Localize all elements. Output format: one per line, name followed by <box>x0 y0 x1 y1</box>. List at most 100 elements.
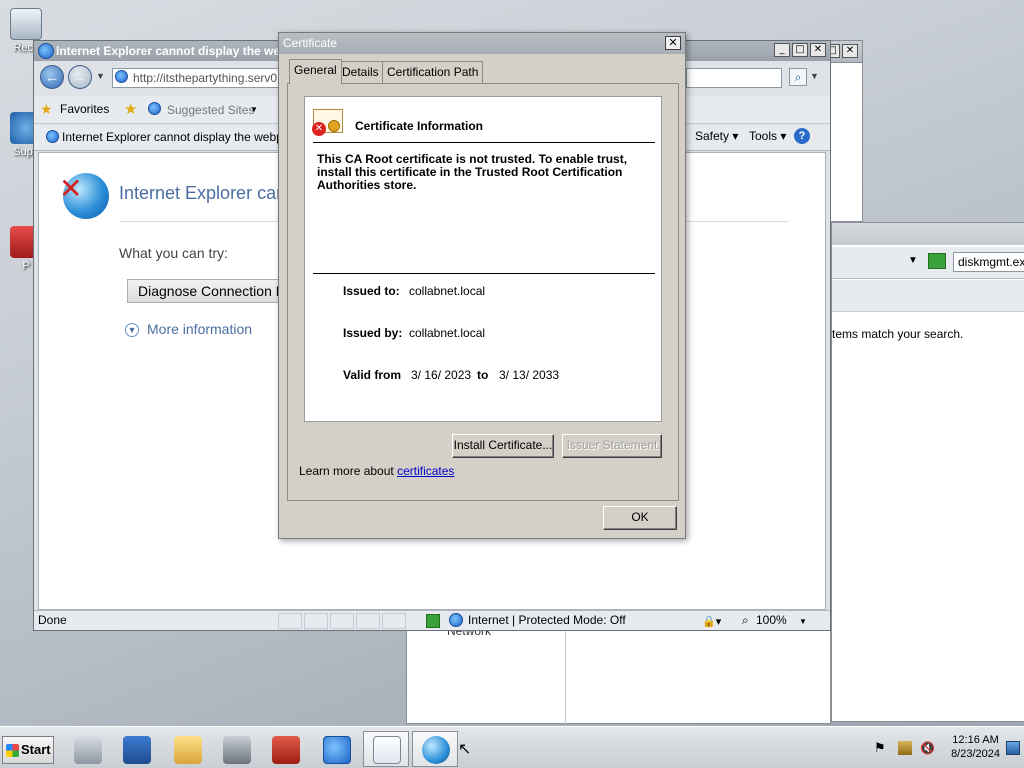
taskbar-ie[interactable] <box>313 731 359 767</box>
desktop-icon-label: P <box>22 260 30 272</box>
taskbar-app[interactable] <box>412 731 458 767</box>
suggested-sites-button[interactable]: Suggested Sites <box>167 103 254 117</box>
forward-button[interactable]: → <box>68 65 92 89</box>
warning-icon: ✕ <box>312 122 326 136</box>
tab-general[interactable]: General <box>289 59 342 84</box>
add-favorites-icon[interactable]: ★ <box>124 100 137 118</box>
lower-window[interactable]: Network <box>406 624 831 724</box>
taskbar-powershell[interactable] <box>113 731 159 767</box>
taskbar-toolbox[interactable] <box>262 731 308 767</box>
search-results-text: tems match your search. <box>832 327 964 341</box>
taskbar-document[interactable] <box>363 731 409 767</box>
status-segment <box>356 613 380 629</box>
start-label: Start <box>21 742 51 757</box>
close-icon[interactable]: ✕ <box>842 44 858 58</box>
address-bar[interactable]: http://itsthepartything.serv0 <box>112 68 280 88</box>
ie-logo-icon <box>38 43 54 59</box>
valid-to-label: to <box>477 368 489 382</box>
zoom-icon: ⌕ <box>742 613 749 627</box>
divider <box>313 142 655 143</box>
issued-to-label: Issued to: <box>343 284 400 298</box>
issuer-statement-button: Issuer Statement <box>562 434 662 458</box>
protected-mode-icon <box>426 614 440 628</box>
address-text: http://itsthepartything.serv0 <box>133 71 278 85</box>
ok-button[interactable]: OK <box>603 506 677 530</box>
certificate-title: Certificate <box>283 36 338 50</box>
divider <box>313 273 655 274</box>
certificate-info-box: ✕ Certificate Information This CA Root c… <box>304 96 662 422</box>
folder-icon <box>174 736 202 764</box>
taskbar-server-manager[interactable] <box>64 731 110 767</box>
status-segment <box>278 613 302 629</box>
expand-chevron-icon: ▼ <box>125 323 139 338</box>
status-bar: Done Internet | Protected Mode: Off 🔒▾ ⌕… <box>34 610 830 630</box>
issued-by-label: Issued by: <box>343 326 403 340</box>
chevron-down-icon[interactable]: ▼ <box>810 71 819 81</box>
tab-details[interactable]: Details <box>337 61 384 83</box>
clock-time: 12:16 AM <box>952 734 999 746</box>
tools-menu[interactable]: Tools ▾ <box>749 129 786 143</box>
safety-menu[interactable]: Safety ▾ <box>695 129 738 143</box>
explorer-command-bar <box>832 280 1024 312</box>
favorites-button[interactable]: Favorites <box>60 102 109 116</box>
search-input[interactable]: diskmgmt.exe <box>953 252 1024 272</box>
tools-label: Tools <box>749 129 778 143</box>
chevron-down-icon[interactable]: ▼ <box>250 105 258 114</box>
status-text: Done <box>38 613 67 627</box>
help-icon[interactable]: ? <box>794 128 810 144</box>
close-icon[interactable]: ✕ <box>810 43 826 57</box>
action-center-flag-icon[interactable]: ⚑ <box>874 741 888 755</box>
more-information-link[interactable]: ▼ More information <box>125 321 253 338</box>
certificate-general-panel: ✕ Certificate Information This CA Root c… <box>287 83 679 501</box>
chevron-down-icon[interactable]: ▼ <box>908 255 918 266</box>
safety-label: Safety <box>695 129 730 143</box>
explorer-window[interactable]: ▼ diskmgmt.exe tems match your search. <box>831 222 1024 722</box>
show-desktop-icon[interactable] <box>1006 741 1020 755</box>
issued-by-value: collabnet.local <box>409 326 486 340</box>
valid-from-value: 3/ 16/ 2023 <box>411 368 472 382</box>
learn-more-text: Learn more about certificates <box>299 464 454 478</box>
install-certificate-button[interactable]: Install Certificate... <box>452 434 554 458</box>
tab-current[interactable]: Internet Explorer cannot display the web… <box>62 130 296 144</box>
maximize-icon[interactable]: □ <box>792 43 808 57</box>
certificate-title-bar[interactable]: Certificate <box>279 33 685 54</box>
explorer-toolbar <box>832 223 1024 245</box>
zone-text: Internet | Protected Mode: Off <box>468 613 626 627</box>
status-segment <box>382 613 406 629</box>
suggested-sites-icon <box>148 102 161 115</box>
certificates-link[interactable]: certificates <box>397 464 454 478</box>
valid-from-label: Valid from <box>343 368 402 382</box>
learn-more-prefix: Learn more about <box>299 464 394 478</box>
search-icon[interactable]: ⌕ <box>789 68 807 86</box>
volume-muted-icon[interactable]: 🔇 <box>920 741 935 755</box>
powershell-icon <box>123 736 151 764</box>
go-icon[interactable] <box>928 253 946 269</box>
search-box[interactable] <box>686 68 782 88</box>
taskbar-tools[interactable] <box>213 731 259 767</box>
minimize-icon[interactable]: _ <box>774 43 790 57</box>
network-tray-icon[interactable] <box>898 741 912 755</box>
diagnose-connection-button[interactable]: Diagnose Connection Pr <box>127 279 287 303</box>
status-segment <box>304 613 328 629</box>
chevron-down-icon[interactable]: ▼ <box>799 612 807 631</box>
certificate-icon: ✕ <box>312 109 343 136</box>
status-segment <box>330 613 354 629</box>
server-manager-icon <box>74 736 102 764</box>
windows-logo-icon <box>6 744 19 757</box>
certificate-dialog[interactable]: Certificate ✕ General Details Certificat… <box>278 32 686 539</box>
clock-date: 8/23/2024 <box>951 748 1000 760</box>
security-icon[interactable]: 🔒▾ <box>702 613 721 632</box>
start-button[interactable]: Start <box>2 736 54 764</box>
back-button[interactable]: ← <box>40 65 64 89</box>
tab-certification-path[interactable]: Certification Path <box>382 61 484 83</box>
close-icon[interactable]: ✕ <box>665 36 681 50</box>
system-clock[interactable]: 12:16 AM 8/23/2024 <box>951 733 1000 761</box>
toolbox-icon <box>272 736 300 764</box>
trust-warning: This CA Root certificate is not trusted.… <box>317 152 628 192</box>
more-information-label: More information <box>147 321 253 337</box>
page-icon <box>115 70 128 83</box>
chevron-down-icon[interactable]: ▼ <box>96 71 105 81</box>
zoom-level[interactable]: 100% <box>756 611 787 630</box>
ie-title-text: Internet Explorer cannot display the we <box>56 44 281 58</box>
taskbar-explorer[interactable] <box>164 731 210 767</box>
